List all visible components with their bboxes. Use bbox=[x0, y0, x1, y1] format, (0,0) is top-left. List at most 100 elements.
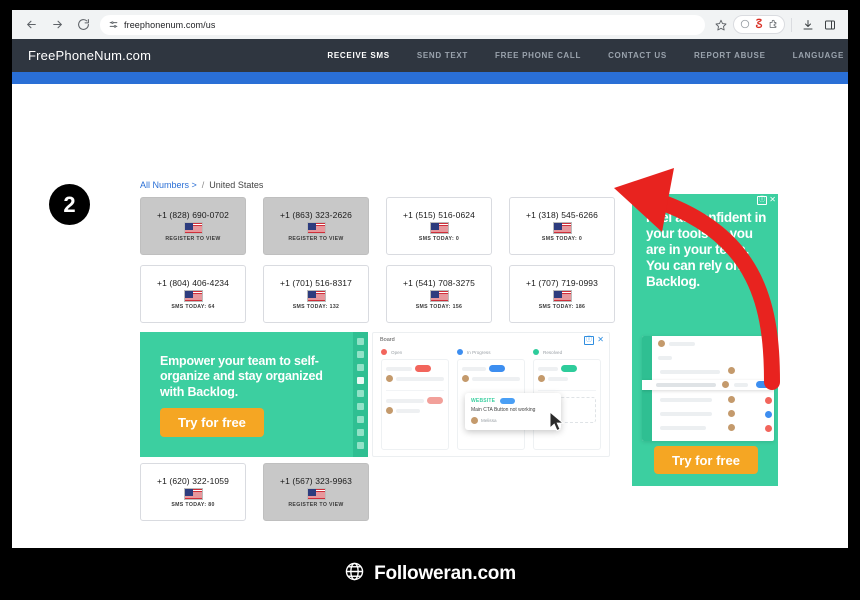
ad-headline: Empower your team to self-organize and s… bbox=[160, 354, 340, 400]
number-card-row: +1 (828) 690-0702 REGISTER TO VIEW +1 (8… bbox=[140, 197, 618, 255]
address-bar[interactable]: freephonenum.com/us bbox=[100, 15, 705, 35]
browser-window: freephonenum.com/us bbox=[12, 10, 848, 548]
ad-headline: Feel as confident in your tools as you a… bbox=[646, 210, 768, 290]
step-badge: 2 bbox=[49, 184, 90, 225]
ad-mock-sidebar bbox=[353, 332, 368, 457]
status-dot-icon bbox=[381, 349, 387, 355]
main-nav: RECEIVE SMS SEND TEXT FREE PHONE CALL CO… bbox=[327, 51, 848, 60]
mouse-cursor-icon bbox=[549, 411, 566, 437]
document-icon bbox=[357, 403, 364, 410]
us-flag-icon bbox=[307, 488, 326, 500]
plus-icon bbox=[357, 351, 364, 358]
accent-bar bbox=[12, 72, 848, 84]
us-flag-icon bbox=[307, 222, 326, 234]
ad-green-panel: Empower your team to self-organize and s… bbox=[140, 332, 368, 457]
us-flag-icon bbox=[184, 290, 203, 302]
column-body bbox=[381, 359, 449, 450]
number-card[interactable]: +1 (541) 708-3275 SMS TODAY: 156 bbox=[386, 265, 492, 323]
us-flag-icon bbox=[553, 222, 572, 234]
nav-item-free-phone-call[interactable]: FREE PHONE CALL bbox=[495, 51, 581, 60]
dragged-card-assignee: Melissa bbox=[471, 417, 556, 424]
ad-try-for-free-button[interactable]: Try for free bbox=[160, 408, 264, 437]
adchoices-icon[interactable]: ⓘ bbox=[584, 336, 595, 345]
profile-circle-icon[interactable] bbox=[740, 16, 750, 34]
us-flag-icon bbox=[430, 222, 449, 234]
number-status: SMS TODAY: 0 bbox=[419, 236, 459, 242]
avatar bbox=[471, 417, 478, 424]
us-flag-icon bbox=[553, 290, 572, 302]
board-column-open: Open bbox=[381, 349, 449, 450]
breadcrumb: All Numbers > / United States bbox=[140, 180, 263, 190]
number-card[interactable]: +1 (863) 323-2626 REGISTER TO VIEW bbox=[263, 197, 369, 255]
inline-advertisement[interactable]: Empower your team to self-organize and s… bbox=[140, 332, 610, 457]
number-card[interactable]: +1 (620) 322-1059 SMS TODAY: 80 bbox=[140, 463, 246, 521]
nav-item-receive-sms[interactable]: RECEIVE SMS bbox=[327, 51, 389, 60]
us-flag-icon bbox=[184, 488, 203, 500]
nav-item-send-text[interactable]: SEND TEXT bbox=[417, 51, 468, 60]
number-status: REGISTER TO VIEW bbox=[288, 502, 343, 508]
us-flag-icon bbox=[430, 290, 449, 302]
adchoices-icon[interactable]: ⓘ bbox=[757, 196, 768, 205]
board-icon bbox=[357, 377, 364, 384]
number-card[interactable]: +1 (567) 323-9963 REGISTER TO VIEW bbox=[263, 463, 369, 521]
forward-arrow-icon[interactable] bbox=[44, 12, 70, 38]
extension-red-icon[interactable] bbox=[754, 16, 764, 34]
status-dot-icon bbox=[457, 349, 463, 355]
status-dot-icon bbox=[533, 349, 539, 355]
board-dragged-card[interactable]: WEBSITE Main CTA Button not working Meli… bbox=[465, 393, 561, 430]
ad-list-mockup bbox=[642, 336, 774, 441]
nav-item-report-abuse[interactable]: REPORT ABUSE bbox=[694, 51, 766, 60]
screenshot-root: freephonenum.com/us bbox=[0, 0, 860, 600]
number-phone: +1 (515) 516-0624 bbox=[403, 210, 475, 220]
watermark-bar: Followeran.com bbox=[0, 548, 860, 600]
ad-board-mockup: Board ⓘ ✕ Open bbox=[372, 332, 610, 457]
number-card[interactable]: +1 (515) 516-0624 SMS TODAY: 0 bbox=[386, 197, 492, 255]
column-label: Open bbox=[391, 350, 402, 355]
number-card-row: +1 (620) 322-1059 SMS TODAY: 80 +1 (567)… bbox=[140, 463, 369, 521]
star-icon[interactable] bbox=[711, 15, 731, 35]
globe-icon bbox=[344, 561, 365, 587]
ad-try-for-free-button[interactable]: Try for free bbox=[654, 446, 758, 474]
number-phone: +1 (863) 323-2626 bbox=[280, 210, 352, 220]
us-flag-icon bbox=[307, 290, 326, 302]
close-icon[interactable]: ✕ bbox=[597, 336, 604, 344]
breadcrumb-all-numbers[interactable]: All Numbers > bbox=[140, 180, 197, 190]
download-icon[interactable] bbox=[798, 15, 818, 35]
close-icon[interactable]: ✕ bbox=[769, 196, 776, 204]
breadcrumb-separator: / bbox=[202, 180, 205, 190]
side-panel-icon[interactable] bbox=[820, 15, 840, 35]
column-header: Open bbox=[381, 349, 449, 355]
number-card[interactable]: +1 (318) 545-6266 SMS TODAY: 0 bbox=[509, 197, 615, 255]
number-phone: +1 (804) 406-4234 bbox=[157, 278, 229, 288]
site-brand[interactable]: FreePhoneNum.com bbox=[28, 48, 151, 63]
site-settings-icon[interactable] bbox=[109, 20, 118, 29]
number-card[interactable]: +1 (804) 406-4234 SMS TODAY: 64 bbox=[140, 265, 246, 323]
assignee-name: Melissa bbox=[481, 418, 497, 423]
chart-icon bbox=[357, 390, 364, 397]
number-status: SMS TODAY: 80 bbox=[171, 502, 214, 508]
dashboard-icon bbox=[357, 364, 364, 371]
number-phone: +1 (828) 690-0702 bbox=[157, 210, 229, 220]
number-card[interactable]: +1 (701) 516-8317 SMS TODAY: 132 bbox=[263, 265, 369, 323]
folder-icon bbox=[357, 416, 364, 423]
column-header: In Progress bbox=[457, 349, 525, 355]
site-header: FreePhoneNum.com RECEIVE SMS SEND TEXT F… bbox=[12, 39, 848, 72]
dragged-card-tag: WEBSITE bbox=[471, 398, 495, 404]
address-bar-url: freephonenum.com/us bbox=[124, 20, 215, 30]
number-phone: +1 (707) 719-0993 bbox=[526, 278, 598, 288]
nav-item-contact-us[interactable]: CONTACT US bbox=[608, 51, 667, 60]
number-phone: +1 (701) 516-8317 bbox=[280, 278, 352, 288]
back-arrow-icon[interactable] bbox=[18, 12, 44, 38]
nav-item-language[interactable]: LANGUAGE bbox=[793, 51, 844, 60]
gear-icon bbox=[357, 442, 364, 449]
reload-icon[interactable] bbox=[70, 12, 96, 38]
board-title: Board bbox=[380, 337, 395, 343]
extension-icon[interactable] bbox=[768, 16, 778, 34]
status-pill bbox=[500, 398, 515, 404]
number-card[interactable]: +1 (828) 690-0702 REGISTER TO VIEW bbox=[140, 197, 246, 255]
number-card[interactable]: +1 (707) 719-0993 SMS TODAY: 186 bbox=[509, 265, 615, 323]
board-card bbox=[462, 365, 520, 390]
sidebar-advertisement[interactable]: ⓘ ✕ Feel as confident in your tools as y… bbox=[632, 194, 778, 486]
board-card bbox=[386, 397, 444, 422]
dragged-card-title: Main CTA Button not working bbox=[471, 407, 556, 413]
